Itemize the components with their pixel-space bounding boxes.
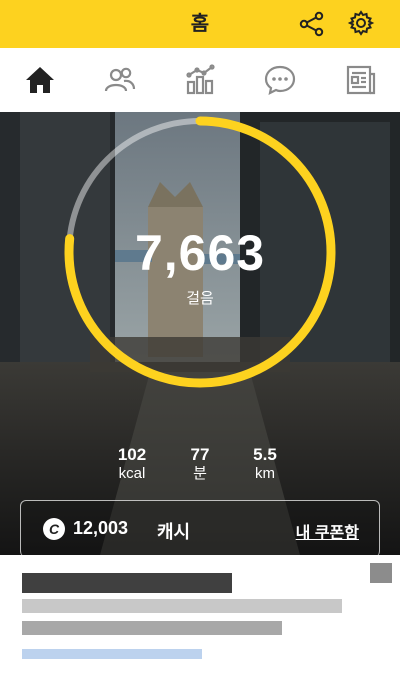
friends-icon <box>104 67 136 92</box>
stat-minutes-unit: 분 <box>193 465 207 482</box>
gear-icon[interactable] <box>347 9 375 37</box>
ad-text-redacted <box>22 599 342 613</box>
stat-calories: 102 kcal <box>97 445 167 483</box>
tab-bar <box>0 48 400 113</box>
step-count: 7,663 <box>134 225 266 281</box>
stat-minutes: 77 분 <box>165 445 235 483</box>
home-icon <box>26 67 54 93</box>
ad-banner[interactable] <box>0 555 400 679</box>
coupon-box-link[interactable]: 내 쿠폰함 <box>296 519 359 543</box>
cash-amount: 12,003 <box>73 518 129 538</box>
cash-unit: 캐시 <box>157 522 191 542</box>
ad-badge-icon <box>370 563 392 583</box>
step-unit: 걸음 <box>186 290 214 307</box>
chat-icon <box>264 65 296 95</box>
tab-friends[interactable] <box>102 62 138 98</box>
cash-coin-icon: C <box>43 518 65 540</box>
page-title: 홈 <box>190 13 210 35</box>
stat-distance: 5.5 km <box>230 445 300 483</box>
tab-news[interactable] <box>342 62 378 98</box>
cash-bar: C 12,003 캐시 내 쿠폰함 <box>20 500 380 557</box>
news-icon <box>346 65 376 95</box>
ad-link-redacted <box>22 649 202 659</box>
stat-distance-value: 5.5 <box>253 445 277 464</box>
tab-home[interactable] <box>22 62 58 98</box>
tab-stats[interactable] <box>182 62 218 98</box>
stat-calories-unit: kcal <box>118 465 146 482</box>
stat-minutes-value: 77 <box>190 445 210 464</box>
stats-icon <box>186 64 215 95</box>
share-icon[interactable] <box>298 10 326 38</box>
stat-calories-value: 102 <box>117 445 147 464</box>
stat-distance-unit: km <box>255 465 275 482</box>
top-bar: 홈 <box>0 0 400 48</box>
ad-text-redacted <box>22 621 282 635</box>
tab-chat[interactable] <box>262 62 298 98</box>
ad-headline-redacted <box>22 573 232 593</box>
